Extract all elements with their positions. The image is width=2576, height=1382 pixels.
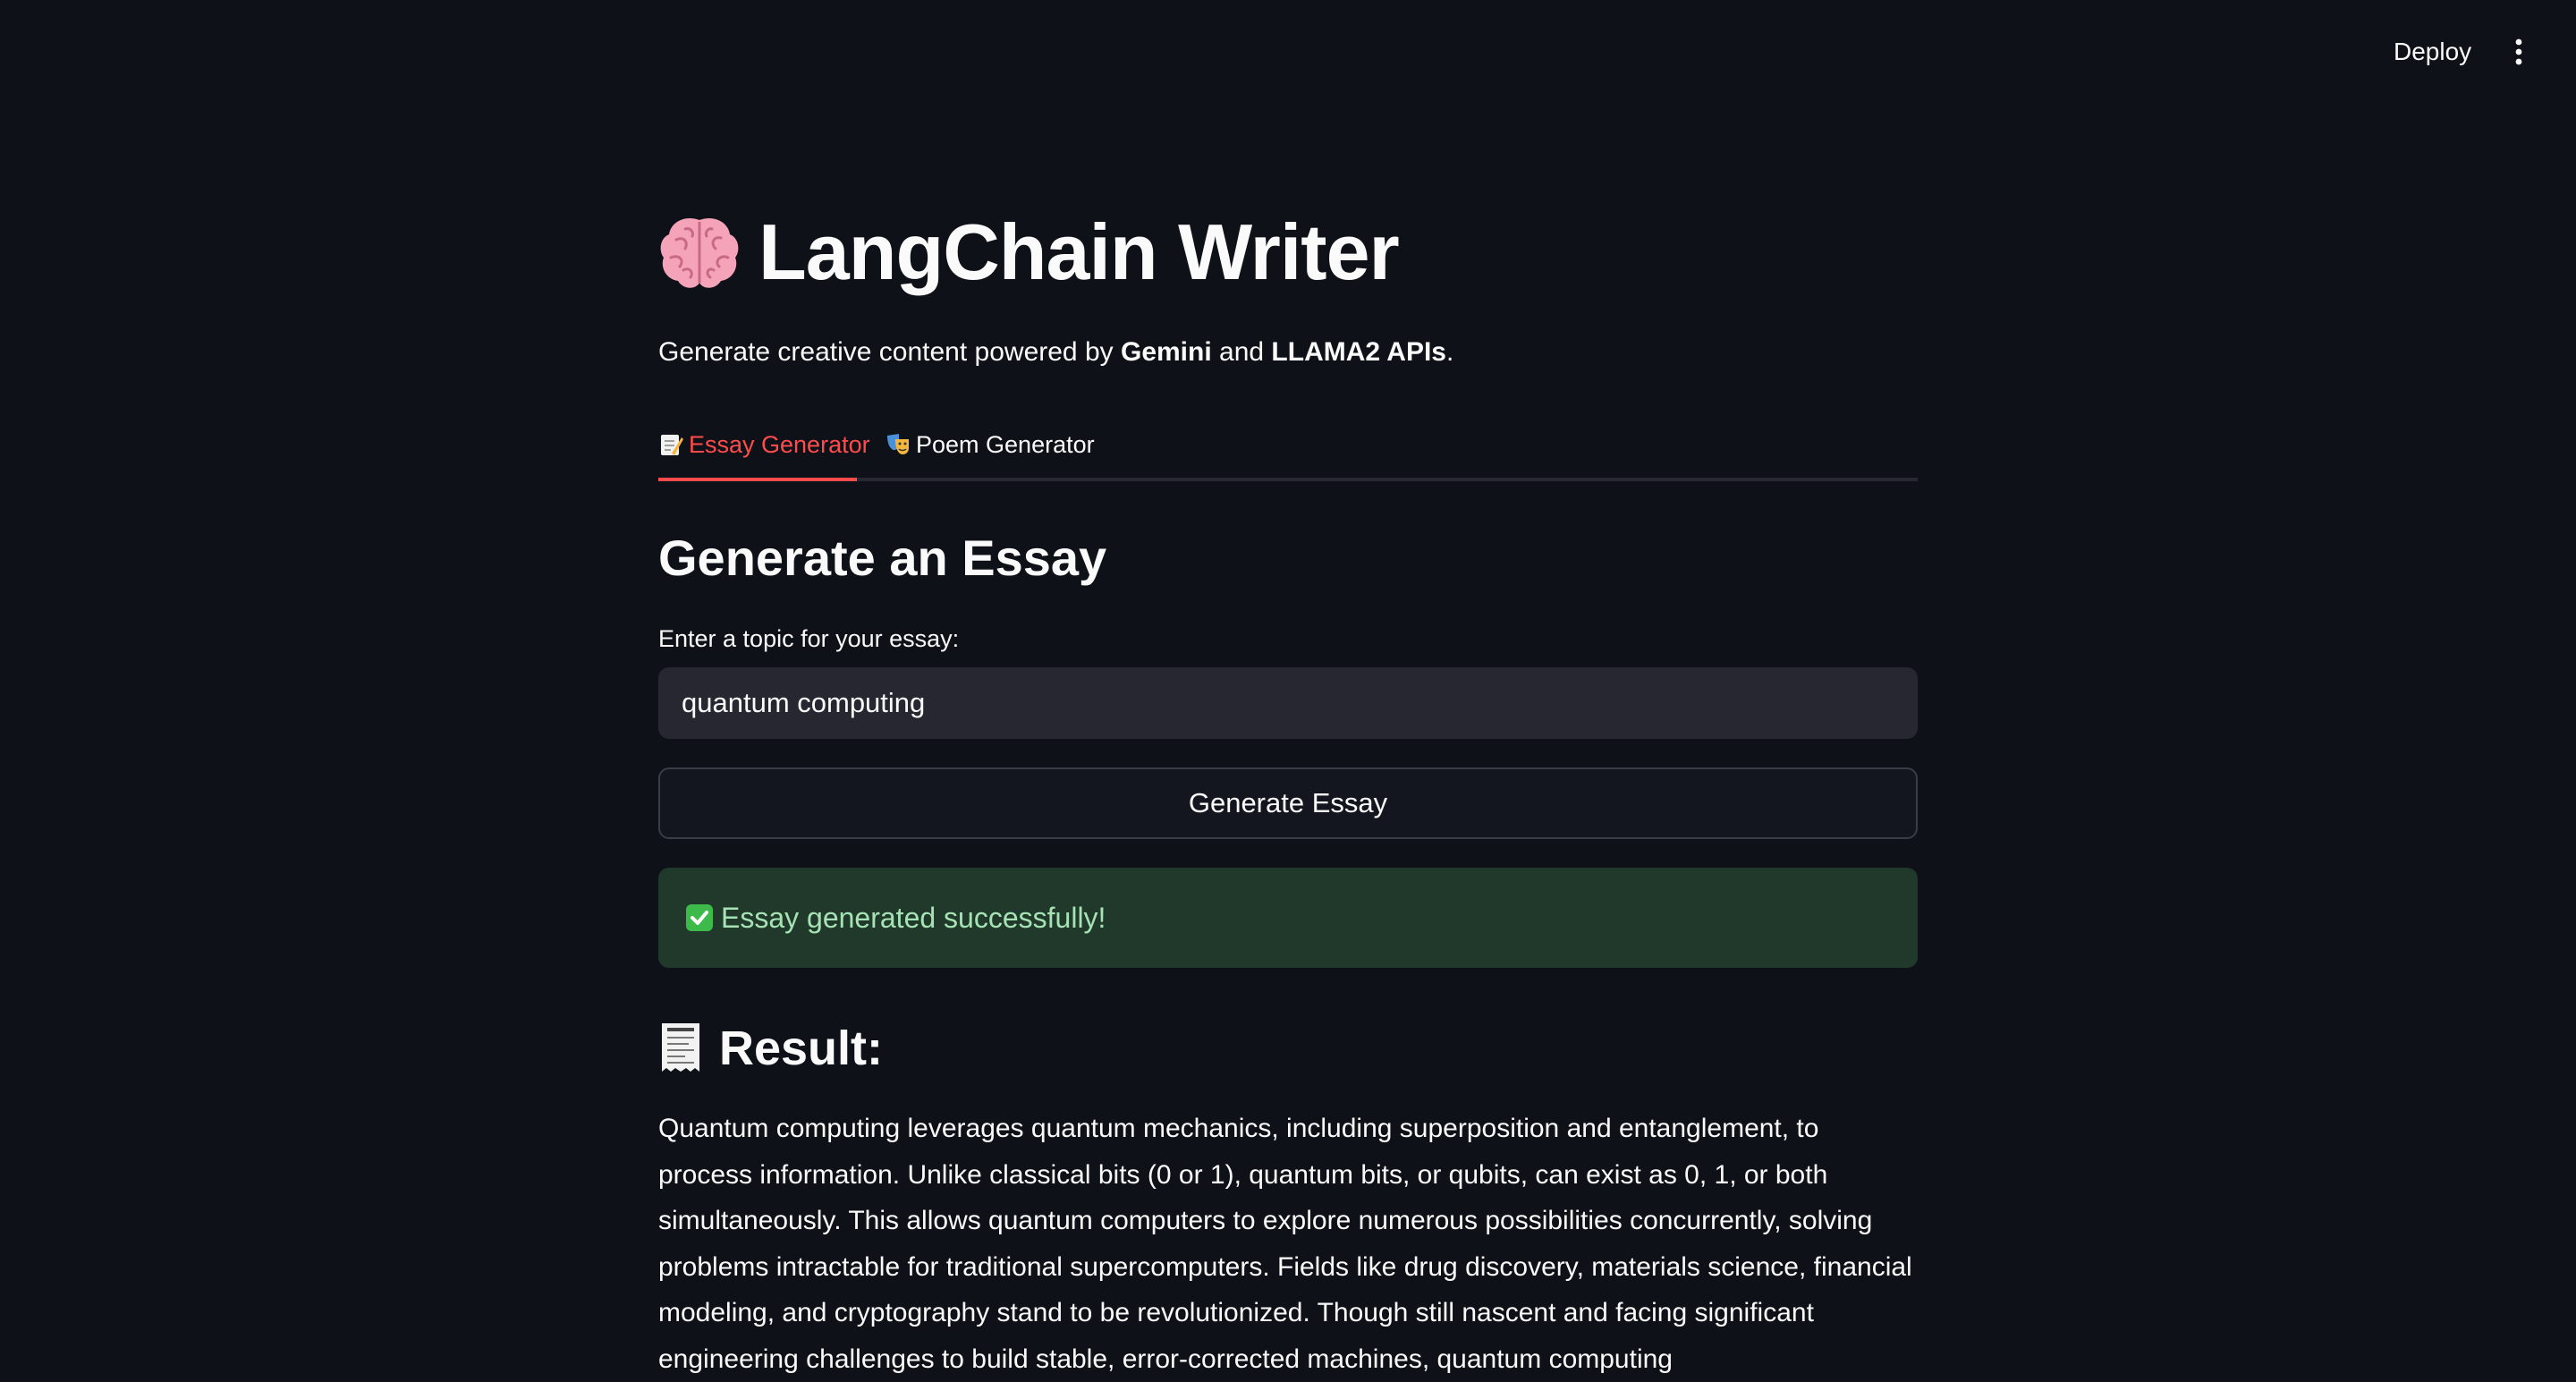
topic-input-label: Enter a topic for your essay: xyxy=(658,625,960,652)
generate-essay-button[interactable]: Generate Essay xyxy=(658,767,1918,839)
result-heading-text: Result: xyxy=(719,1022,884,1075)
check-mark-icon xyxy=(685,903,714,932)
app-header: Deploy xyxy=(0,0,2576,104)
brain-icon xyxy=(658,215,741,290)
page-subtitle: Generate creative content powered by Gem… xyxy=(658,333,1453,372)
result-heading: Result: xyxy=(658,1014,883,1082)
success-message: Essay generated successfully! xyxy=(721,901,1106,934)
tab-essay-label: Essay Generator xyxy=(689,431,870,458)
subtitle-gemini: Gemini xyxy=(1120,337,1212,367)
subtitle-mid: and xyxy=(1211,337,1272,367)
performing-arts-icon xyxy=(886,427,911,455)
tab-poem-label: Poem Generator xyxy=(916,431,1095,458)
receipt-icon xyxy=(658,1022,703,1075)
topic-input[interactable] xyxy=(658,667,1918,739)
essay-heading: Generate an Essay xyxy=(658,530,1107,586)
subtitle-llama: LLAMA2 APIs xyxy=(1271,337,1446,367)
tab-bar: Essay Generator Poem Generator xyxy=(658,417,1918,481)
vertical-ellipsis-icon[interactable] xyxy=(2501,34,2537,70)
page-title: LangChain Writer xyxy=(658,199,1400,306)
success-alert: Essay generated successfully! xyxy=(658,868,1918,968)
subtitle-suffix: . xyxy=(1446,337,1454,367)
essay-result-text: Quantum computing leverages quantum mech… xyxy=(658,1114,1912,1374)
subtitle-prefix: Generate creative content powered by xyxy=(658,337,1121,367)
title-text: LangChain Writer xyxy=(758,208,1400,296)
deploy-button[interactable]: Deploy xyxy=(2379,32,2486,72)
memo-icon xyxy=(658,427,683,455)
tab-poem-generator[interactable]: Poem Generator xyxy=(886,417,1095,478)
tab-essay-generator[interactable]: Essay Generator xyxy=(658,417,870,481)
